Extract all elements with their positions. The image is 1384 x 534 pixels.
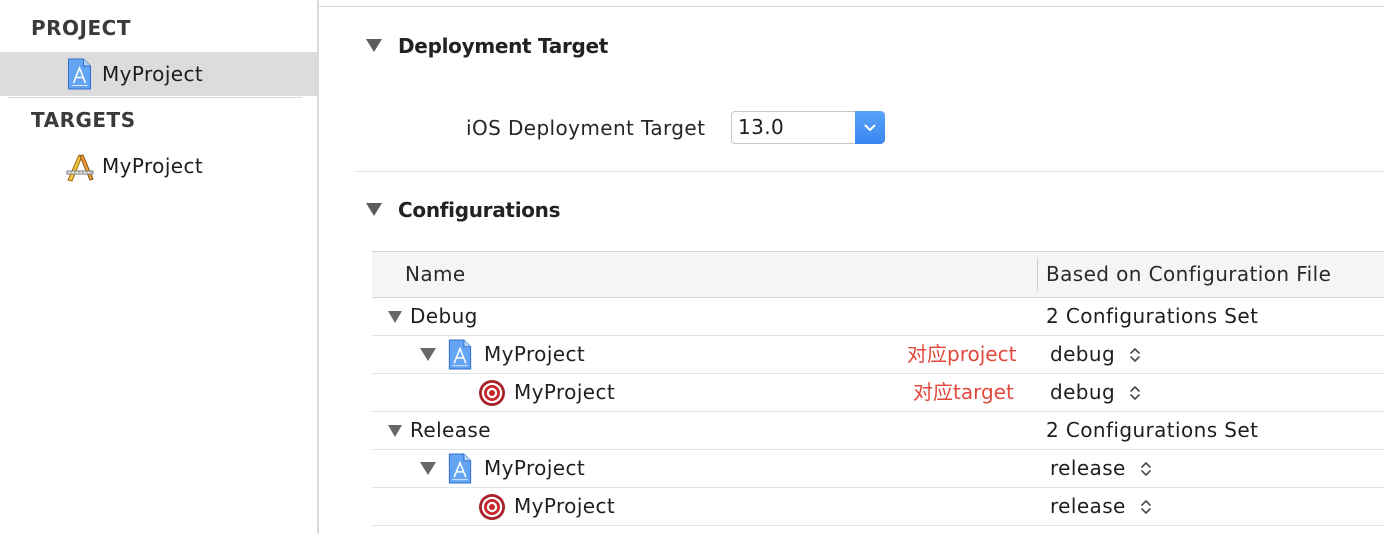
disclosure-triangle-icon[interactable] bbox=[420, 348, 436, 361]
app-target-icon bbox=[64, 151, 96, 183]
column-header-configuration-file: Based on Configuration File bbox=[1046, 262, 1332, 286]
configuration-file-popup[interactable]: debug bbox=[1050, 336, 1141, 373]
config-row-name: MyProject bbox=[484, 456, 586, 480]
target-icon bbox=[478, 379, 506, 407]
configuration-file-popup[interactable]: release bbox=[1050, 450, 1152, 487]
ios-deployment-target-combobox[interactable]: 13.0 bbox=[731, 111, 885, 144]
sidebar-item-target[interactable]: MyProject bbox=[0, 144, 317, 188]
config-row-target[interactable]: MyProject 对应target debug bbox=[372, 374, 1384, 412]
config-row-project[interactable]: MyProject release bbox=[372, 450, 1384, 488]
config-group-row-release[interactable]: Release 2 Configurations Set bbox=[372, 412, 1384, 450]
project-navigator-sidebar: PROJECT MyProject TARGETS MyProject bbox=[0, 0, 319, 534]
table-header: Name Based on Configuration File bbox=[372, 251, 1384, 298]
sidebar-item-label: MyProject bbox=[102, 154, 204, 178]
ios-deployment-target-dropdown-button[interactable] bbox=[855, 111, 885, 144]
configuration-file-value: debug bbox=[1050, 342, 1116, 366]
targets-section-header: TARGETS bbox=[31, 108, 136, 132]
ios-deployment-target-value[interactable]: 13.0 bbox=[738, 112, 784, 143]
annotation-label: 对应project bbox=[907, 342, 1017, 366]
disclosure-triangle-icon[interactable] bbox=[420, 462, 436, 475]
config-group-summary: 2 Configurations Set bbox=[1046, 418, 1259, 442]
chevron-down-icon bbox=[864, 124, 876, 132]
section-separator bbox=[356, 171, 1384, 172]
deployment-section-title: Deployment Target bbox=[398, 34, 609, 58]
target-icon bbox=[478, 493, 506, 521]
project-icon bbox=[448, 339, 472, 370]
up-down-chevron-icon bbox=[1140, 460, 1152, 478]
config-row-project[interactable]: MyProject 对应project debug bbox=[372, 336, 1384, 374]
configurations-section-title: Configurations bbox=[398, 198, 561, 222]
configurations-disclosure-triangle-icon[interactable] bbox=[366, 203, 382, 216]
config-group-name: Debug bbox=[410, 304, 478, 328]
configuration-file-popup[interactable]: release bbox=[1050, 488, 1152, 525]
top-divider bbox=[319, 6, 1384, 7]
sidebar-item-label: MyProject bbox=[102, 62, 204, 86]
ios-deployment-target-label: iOS Deployment Target bbox=[466, 116, 706, 140]
sidebar-separator bbox=[8, 97, 302, 98]
configuration-file-popup[interactable]: debug bbox=[1050, 374, 1141, 411]
up-down-chevron-icon bbox=[1129, 346, 1141, 364]
up-down-chevron-icon bbox=[1129, 384, 1141, 402]
project-icon bbox=[67, 58, 92, 90]
config-row-name: MyProject bbox=[514, 494, 616, 518]
config-row-name: MyProject bbox=[514, 380, 616, 404]
sidebar-item-project[interactable]: MyProject bbox=[0, 52, 317, 96]
deployment-disclosure-triangle-icon[interactable] bbox=[366, 39, 382, 52]
config-group-summary: 2 Configurations Set bbox=[1046, 304, 1259, 328]
config-group-row-debug[interactable]: Debug 2 Configurations Set bbox=[372, 298, 1384, 336]
config-group-name: Release bbox=[410, 418, 491, 442]
disclosure-triangle-icon[interactable] bbox=[388, 311, 402, 323]
disclosure-triangle-icon[interactable] bbox=[388, 425, 402, 437]
project-section-header: PROJECT bbox=[31, 16, 131, 40]
column-divider bbox=[1037, 258, 1038, 291]
configuration-file-value: release bbox=[1050, 456, 1126, 480]
config-row-target[interactable]: MyProject release bbox=[372, 488, 1384, 526]
up-down-chevron-icon bbox=[1140, 498, 1152, 516]
configuration-file-value: debug bbox=[1050, 380, 1116, 404]
config-row-name: MyProject bbox=[484, 342, 586, 366]
configuration-file-value: release bbox=[1050, 494, 1126, 518]
configurations-table: Name Based on Configuration File Debug 2… bbox=[372, 251, 1384, 527]
column-header-name: Name bbox=[405, 262, 466, 286]
annotation-label: 对应target bbox=[913, 380, 1014, 404]
project-icon bbox=[448, 453, 472, 484]
